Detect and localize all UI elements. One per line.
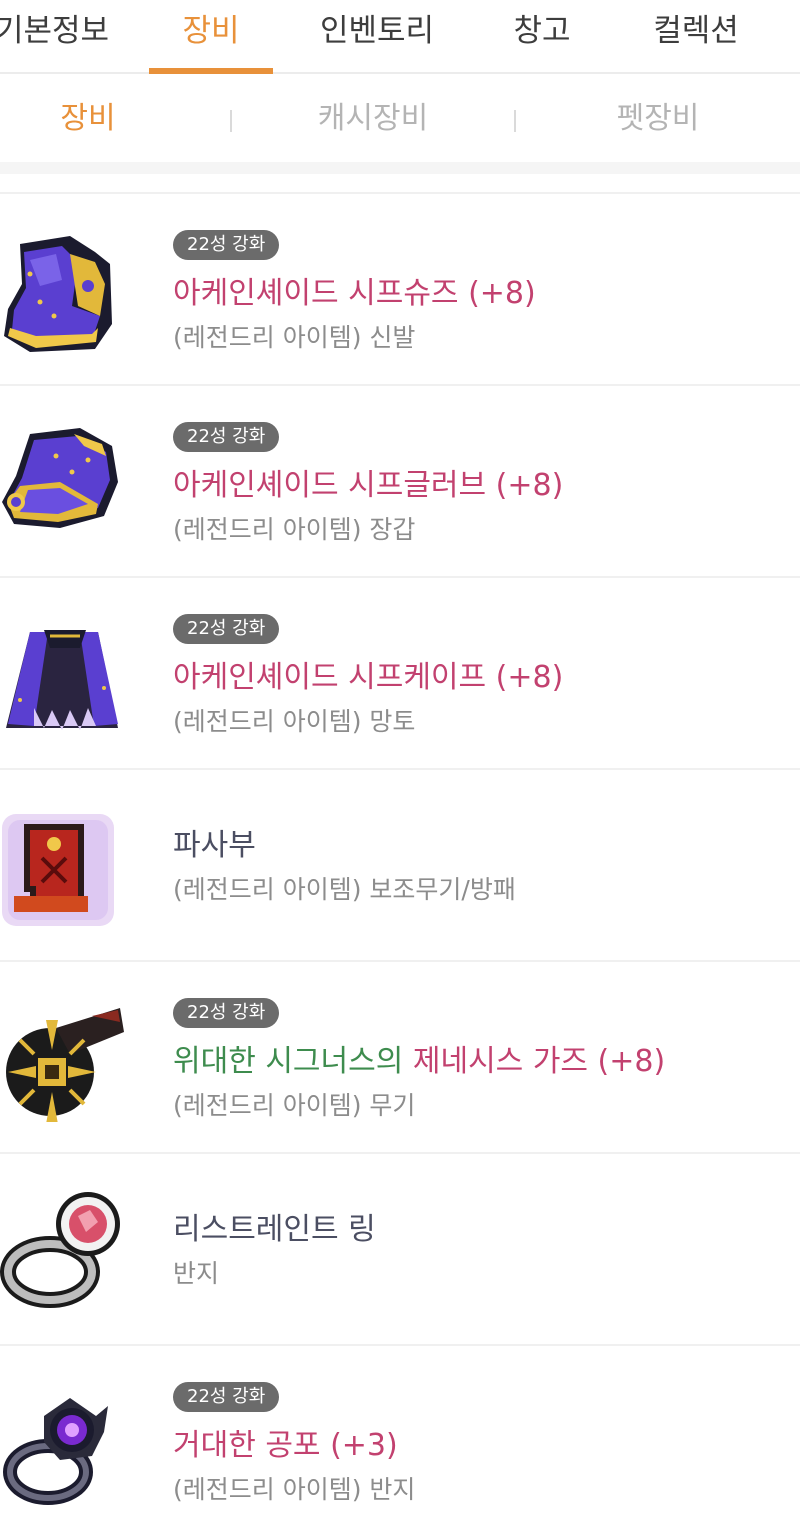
list-item[interactable]: 22성 강화 위대한 시그너스의 제네시스 가즈 (+8) (레전드리 아이템)… xyxy=(0,960,800,1152)
enhance-badge: 22성 강화 xyxy=(173,614,280,644)
main-tab-bar: 기본정보 장비 인벤토리 창고 컬렉션 xyxy=(0,0,800,74)
dark-ring-icon xyxy=(3,1398,108,1505)
item-name: 파사부 xyxy=(173,828,256,863)
tab-storage[interactable]: 창고 xyxy=(492,0,592,74)
enhance-badge: 22성 강화 xyxy=(173,998,280,1028)
sub-tab-bar: 장비 캐시장비 펫장비 xyxy=(0,74,800,162)
cape-icon xyxy=(6,630,118,730)
item-type: (레전드리 아이템) 반지 xyxy=(173,1475,416,1504)
weapon-icon xyxy=(6,1008,124,1122)
ruby-ring-icon xyxy=(0,1192,120,1308)
enhance-badge: 22성 강화 xyxy=(173,1382,280,1412)
item-name: 거대한 공포 (+3) xyxy=(173,1428,398,1463)
tab-basic-info[interactable]: 기본정보 xyxy=(0,0,122,74)
section-divider xyxy=(0,162,800,174)
list-item[interactable]: 리스트레인트 링 반지 xyxy=(0,1152,800,1344)
list-item[interactable]: 22성 강화 아케인셰이드 시프글러브 (+8) (레전드리 아이템) 장갑 xyxy=(0,384,800,576)
item-name: 아케인셰이드 시프케이프 (+8) xyxy=(173,660,564,695)
list-item[interactable]: 22성 강화 거대한 공포 (+3) (레전드리 아이템) 반지 xyxy=(0,1344,800,1536)
tab-inventory[interactable]: 인벤토리 xyxy=(302,0,452,74)
tab-collection[interactable]: 컬렉션 xyxy=(636,0,756,74)
enhance-badge: 22성 강화 xyxy=(173,422,280,452)
list-item[interactable]: 22성 강화 아케인셰이드 시프슈즈 (+8) (레전드리 아이템) 신발 xyxy=(0,192,800,384)
item-name: 아케인셰이드 시프슈즈 (+8) xyxy=(173,276,536,311)
item-name: 리스트레인트 링 xyxy=(173,1212,376,1247)
item-type: (레전드리 아이템) 신발 xyxy=(173,323,416,352)
subtab-divider xyxy=(514,110,516,132)
item-name-rest: 제네시스 가즈 (+8) xyxy=(403,1044,666,1079)
item-type: (레전드리 아이템) 망토 xyxy=(173,707,416,736)
item-name: 아케인셰이드 시프글러브 (+8) xyxy=(173,468,564,503)
item-name-prefix: 위대한 시그너스의 xyxy=(173,1044,404,1079)
talisman-icon xyxy=(2,814,114,926)
subtab-cash-equipment[interactable]: 캐시장비 xyxy=(298,74,448,162)
subtab-pet-equipment[interactable]: 펫장비 xyxy=(598,74,718,162)
list-item[interactable]: 22성 강화 아케인셰이드 시프케이프 (+8) (레전드리 아이템) 망토 xyxy=(0,576,800,768)
subtab-divider xyxy=(230,110,232,132)
list-item[interactable]: 파사부 (레전드리 아이템) 보조무기/방패 xyxy=(0,768,800,960)
enhance-badge: 22성 강화 xyxy=(173,230,280,260)
subtab-equipment[interactable]: 장비 xyxy=(38,74,138,162)
item-type: (레전드리 아이템) 보조무기/방패 xyxy=(173,875,516,904)
item-type: 반지 xyxy=(173,1259,220,1288)
item-name: 위대한 시그너스의 제네시스 가즈 (+8) xyxy=(173,1042,665,1082)
tab-equipment[interactable]: 장비 xyxy=(149,0,273,74)
glove-icon xyxy=(2,428,118,528)
item-type: (레전드리 아이템) 장갑 xyxy=(173,515,416,544)
item-type: (레전드리 아이템) 무기 xyxy=(173,1091,416,1120)
shoes-icon xyxy=(4,236,112,352)
